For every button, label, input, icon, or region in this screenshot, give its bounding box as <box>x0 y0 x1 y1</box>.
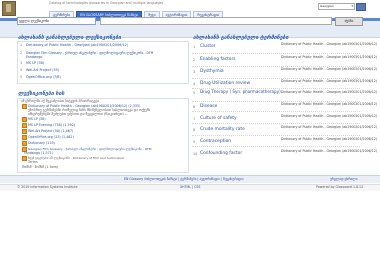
footer-table-link[interactable]: ვრცლად ცხრილი <box>330 177 357 181</box>
folder-icon <box>22 117 27 122</box>
tree-desc: Terms <box>28 160 38 164</box>
dictionary-select[interactable]: ყველა ლექსიკონი <box>17 17 96 25</box>
term-source: Dictionary of Public Health - Georgian (… <box>281 114 378 118</box>
row-divider <box>192 123 360 124</box>
folder-icon <box>22 104 27 109</box>
term-source: Dictionary of Public Health - Georgian (… <box>281 42 378 46</box>
top-header: Catalog of terminologies glossaries in G… <box>0 0 380 19</box>
term-link[interactable]: Drug Therapy ( Syn. pharmacotherapy) <box>200 89 281 94</box>
list-number: 5 <box>20 75 23 79</box>
tree-item[interactable]: Wel-Art Project (50) (1,467) <box>28 129 73 133</box>
flag-icon[interactable] <box>356 3 366 11</box>
row-divider <box>192 111 360 112</box>
validator-links[interactable]: XHTML | CSS <box>180 185 200 189</box>
dictionary-link[interactable]: Wel-Art Project (55) <box>26 68 59 72</box>
folder-icon <box>22 135 27 140</box>
term-link[interactable]: Contraception <box>200 139 231 144</box>
site-tagline: Catalog of terminologies glossaries in G… <box>49 1 164 5</box>
term-link[interactable]: Enabling factors <box>200 57 236 62</box>
term-source: Dictionary of Public Health - Georgian (… <box>281 90 378 94</box>
powered-by: Powered by Glossword 1.8.12 <box>316 185 364 189</box>
term-number: 2 <box>193 58 196 62</box>
tree-item[interactable]: OpenOffice.org (23) (1,462) <box>28 135 74 139</box>
search-input[interactable] <box>100 17 332 25</box>
term-source: Dictionary of Public Health - Georgian (… <box>281 149 378 153</box>
dictionary-tree-title: ლექსიკონები ხის <box>18 91 65 97</box>
dictionary-link-cont[interactable]: Fandango <box>26 55 42 59</box>
term-link[interactable]: Disease <box>200 104 217 109</box>
tree-item[interactable]: Dictionary (119) <box>28 141 55 145</box>
tree-item-cont[interactable]: Fandango (1,571) <box>24 151 53 155</box>
term-source: Dictionary of Public Health - Georgian (… <box>281 102 378 106</box>
dictionary-link[interactable]: OpenOffice.org (7/8) <box>26 75 61 79</box>
list-number: 3 <box>20 61 23 65</box>
list-number: 4 <box>20 68 23 72</box>
row-divider <box>192 146 360 147</box>
term-number: 3 <box>193 70 196 74</box>
term-number: 9 <box>193 140 196 144</box>
term-link[interactable]: Dysthymia <box>200 69 224 74</box>
term-number: 7 <box>193 117 196 121</box>
dictionary-link[interactable]: Dictionary of Public Health - Georgian (… <box>26 43 128 47</box>
term-number: 5 <box>193 91 196 95</box>
list-number: 2 <box>20 51 23 55</box>
site-logo[interactable] <box>2 1 16 16</box>
term-source: Dictionary of Public Health - Georgian (… <box>281 125 378 129</box>
list-number: 1 <box>20 43 23 47</box>
tree-desc: ჩვენ ვიყენებთ ამ ლექსიკონს - Dictionary … <box>28 156 124 160</box>
term-source: Dictionary of Public Health - Georgian (… <box>281 67 378 71</box>
dictionary-link[interactable]: MS LP (58) <box>26 61 44 65</box>
folder-icon <box>22 141 27 146</box>
term-link[interactable]: Cluster <box>200 44 216 49</box>
term-link[interactable]: Crude mortality rate <box>200 127 245 132</box>
term-number: 6 <box>193 105 196 109</box>
row-divider <box>192 135 360 136</box>
tree-note: მომხმ · მომხმ (1 item) <box>22 165 59 169</box>
term-number: 8 <box>193 128 196 132</box>
term-number: 4 <box>193 82 196 86</box>
copyright: © 2019 Information Systems Institute <box>17 185 78 189</box>
term-link[interactable]: Confounding factor <box>200 151 242 156</box>
term-link[interactable]: Culture of safety <box>200 116 237 121</box>
tree-item[interactable]: MS LP Evening (758) (1,392) <box>28 123 75 127</box>
row-divider <box>192 53 360 54</box>
recent-terms-title: ახლახანს განახლებული ტერმინები <box>193 35 289 41</box>
search-button[interactable]: ძებნა <box>335 17 363 26</box>
tree-item[interactable]: MS LP (58) <box>28 117 46 121</box>
term-number: 10 <box>193 152 198 156</box>
folder-icon <box>22 129 27 134</box>
term-source: Dictionary of Public Health - Georgian (… <box>281 137 378 141</box>
term-number: 1 <box>193 45 196 49</box>
folder-icon <box>22 156 27 161</box>
dictionary-link[interactable]: Georgian Film Glossary - ქართულ-ინგლისურ… <box>26 51 153 55</box>
tree-desc: ინსტრუმენტში შეძლებთ ეძებოთ და შეცვალოთ … <box>28 112 128 116</box>
term-source: Dictionary of Public Health - Georgian (… <box>281 55 378 59</box>
folder-icon <box>22 123 27 128</box>
term-link[interactable]: Drug Utilization review <box>200 81 250 86</box>
language-select[interactable]: Georgian <box>318 3 355 10</box>
tree-subtitle: ამ ცხრილში აქ შეგიძლიათ სიტყვის პრიორიტე… <box>21 99 100 103</box>
term-source: Dictionary of Public Health - Georgian (… <box>281 79 378 83</box>
footer-nav[interactable]: EN Glossary ბიბლიოთეკის ჩამატი | ტერმინე… <box>124 177 244 181</box>
